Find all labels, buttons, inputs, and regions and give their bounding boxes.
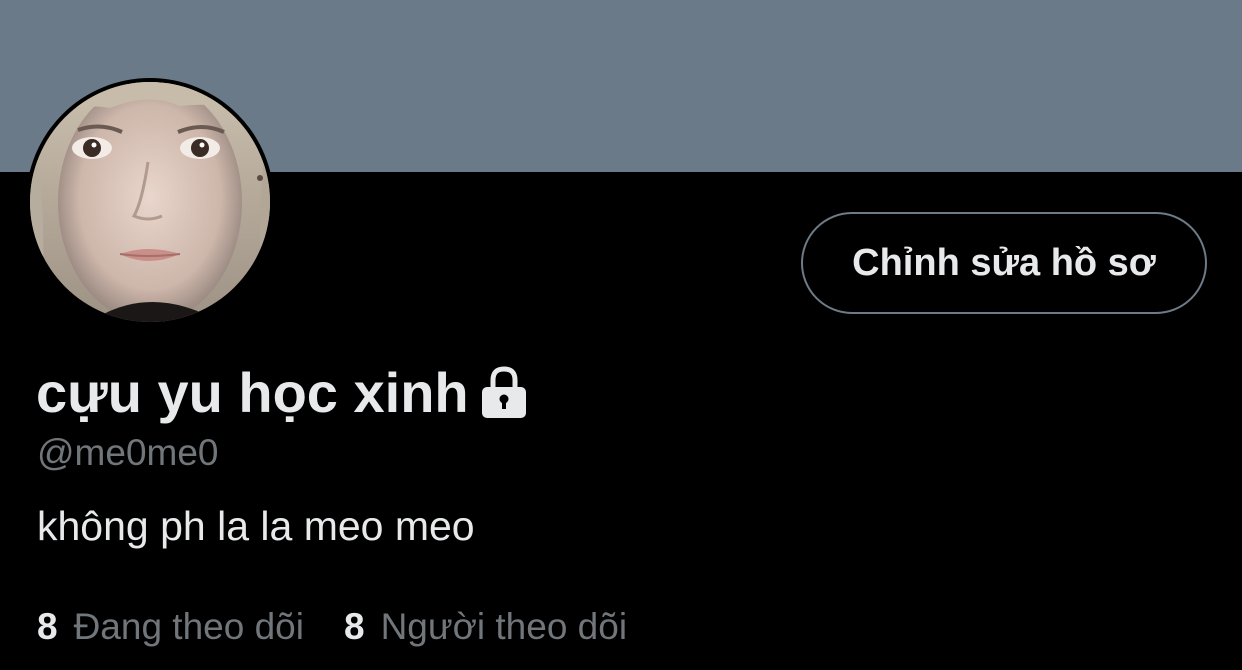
lock-icon [479, 366, 529, 420]
profile-handle: @me0me0 [37, 432, 219, 473]
followers-label: Người theo dõi [380, 606, 628, 647]
profile-bio: không ph la la meo meo [37, 503, 475, 549]
following-stat[interactable]: 8 Đang theo dõi [37, 606, 304, 648]
followers-stat[interactable]: 8 Người theo dõi [344, 606, 627, 648]
follow-stats: 8 Đang theo dõi 8 Người theo dõi [37, 602, 627, 652]
display-name-row: cựu yu học xinh [36, 358, 529, 428]
following-label: Đang theo dõi [73, 606, 304, 647]
profile-page: Chỉnh sửa hồ sơ cựu yu học xinh @me0me0 … [0, 0, 1242, 670]
followers-count: 8 [343, 606, 365, 647]
edit-profile-button[interactable]: Chỉnh sửa hồ sơ [801, 212, 1207, 314]
avatar[interactable] [30, 82, 270, 322]
following-count: 8 [37, 606, 58, 647]
display-name: cựu yu học xinh [36, 361, 469, 424]
avatar-photo [30, 82, 270, 322]
